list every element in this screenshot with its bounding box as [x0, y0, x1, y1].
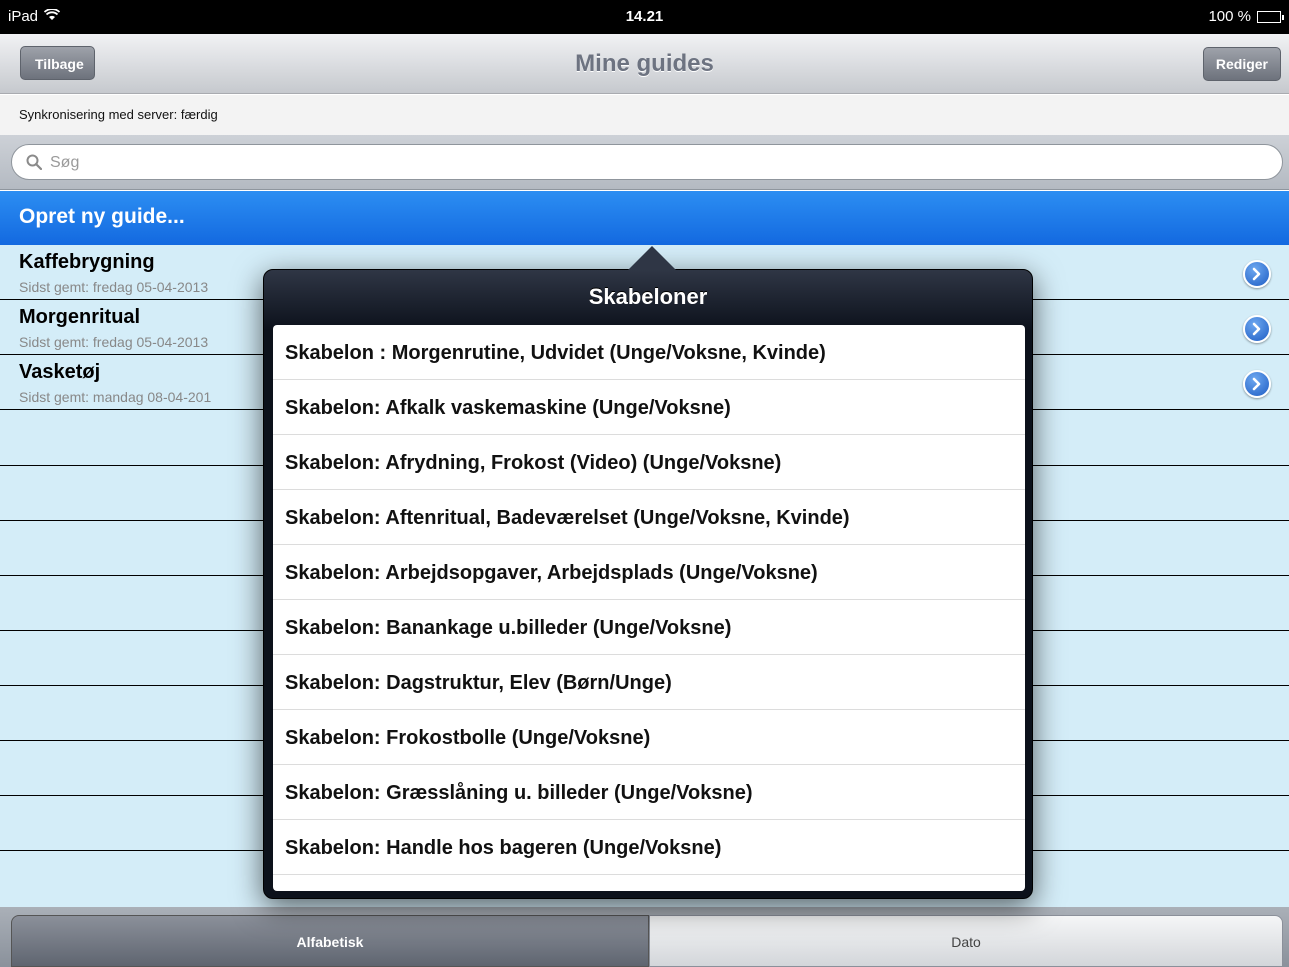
search-icon: [26, 154, 43, 171]
template-item[interactable]: Skabelon: Afrydning, Frokost (Video) (Un…: [273, 435, 1025, 490]
app-window: iPad 14.21 100 % Tilbage Mine guides Red…: [0, 0, 1289, 967]
template-item[interactable]: Skabelon: Handle hos bageren (Unge/Voksn…: [273, 820, 1025, 875]
disclosure-icon[interactable]: [1243, 370, 1271, 398]
disclosure-icon[interactable]: [1243, 315, 1271, 343]
template-item[interactable]: Skabelon: Arbejdsopgaver, Arbejdsplads (…: [273, 545, 1025, 600]
sync-status: Synkronisering med server: færdig: [0, 95, 1289, 135]
search-input[interactable]: [50, 150, 1250, 176]
battery-percent: 100 %: [1208, 8, 1251, 25]
sort-segmented-control: Alfabetisk Dato: [0, 907, 1289, 967]
navigation-bar: Tilbage Mine guides Rediger: [0, 34, 1289, 94]
template-item[interactable]: Skabelon: Frokostbolle (Unge/Voksne): [273, 710, 1025, 765]
template-list: Skabelon : Morgenrutine, Udvidet (Unge/V…: [273, 325, 1025, 891]
guide-name: Vasketøj: [19, 361, 101, 383]
template-item[interactable]: Skabelon: Græsslåning u. billeder (Unge/…: [273, 765, 1025, 820]
popover-title: Skabeloner: [588, 284, 708, 309]
template-item[interactable]: Skabelon: Banankage u.billeder (Unge/Vok…: [273, 600, 1025, 655]
status-time: 14.21: [625, 8, 664, 25]
search-field[interactable]: [11, 144, 1283, 180]
sort-date-tab[interactable]: Dato: [649, 915, 1283, 967]
templates-popover: Skabeloner Skabelon : Morgenrutine, Udvi…: [263, 246, 1033, 899]
edit-button[interactable]: Rediger: [1202, 47, 1281, 81]
guide-saved-date: Sidst gemt: fredag 05-04-2013: [19, 279, 209, 295]
battery-icon: [1257, 10, 1284, 23]
template-item[interactable]: Skabelon : Morgenrutine, Udvidet (Unge/V…: [273, 325, 1025, 380]
sort-alphabetical-tab[interactable]: Alfabetisk: [11, 915, 649, 967]
create-guide-row[interactable]: Opret ny guide...: [0, 191, 1289, 245]
page-title: Mine guides: [575, 50, 714, 77]
status-bar: iPad 14.21 100 %: [0, 0, 1289, 34]
template-item[interactable]: Skabelon: Aftenritual, Badeværelset (Ung…: [273, 490, 1025, 545]
guide-saved-date: Sidst gemt: fredag 05-04-2013: [19, 334, 209, 350]
template-item[interactable]: Skabelon: Afkalk vaskemaskine (Unge/Voks…: [273, 380, 1025, 435]
status-right: 100 %: [1208, 8, 1284, 25]
guide-saved-date: Sidst gemt: mandag 08-04-201: [19, 389, 212, 405]
guide-name: Kaffebrygning: [19, 251, 155, 273]
search-bar: [0, 135, 1289, 190]
template-item[interactable]: Skabelon: Dagstruktur, Elev (Børn/Unge): [273, 655, 1025, 710]
popover-arrow: [628, 246, 676, 270]
guide-name: Morgenritual: [19, 306, 141, 328]
disclosure-icon[interactable]: [1243, 260, 1271, 288]
